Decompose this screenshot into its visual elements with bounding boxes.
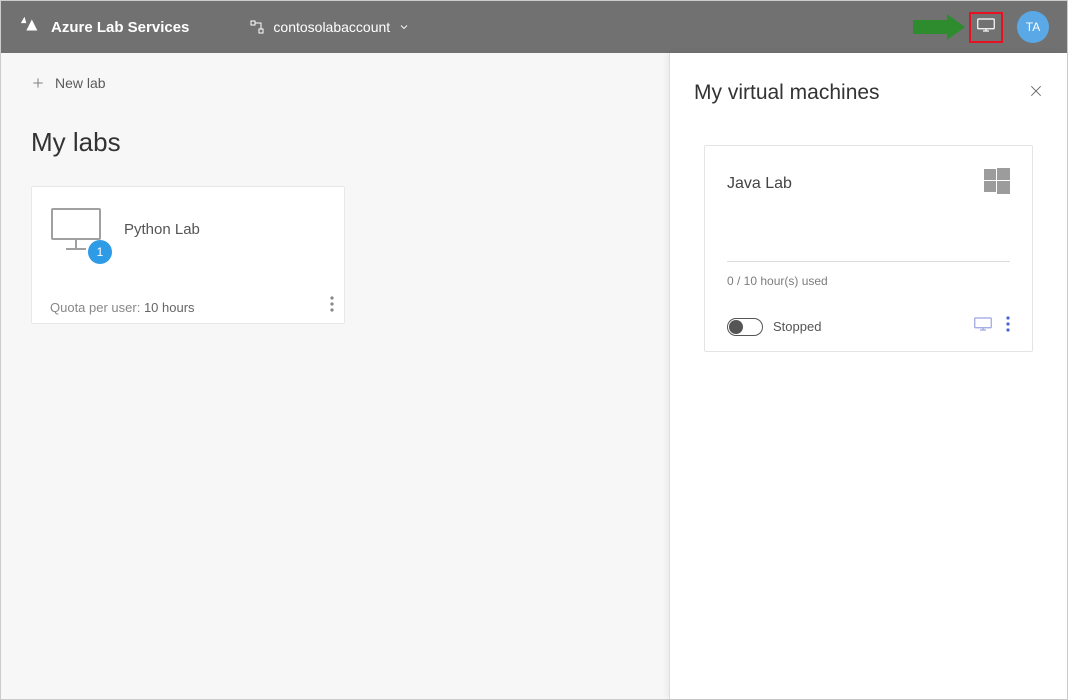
connect-button[interactable]: [974, 317, 992, 336]
dots-vertical-icon: [1006, 316, 1010, 332]
top-bar-left: Azure Lab Services contosolabaccount: [19, 14, 410, 40]
vm-footer-right: [974, 316, 1010, 337]
lab-card-header: 1 Python Lab: [50, 207, 326, 256]
avatar-initials: TA: [1026, 20, 1040, 34]
vm-name: Java Lab: [727, 175, 792, 193]
new-lab-label: New lab: [55, 75, 106, 91]
azure-lab-logo-icon: [19, 14, 41, 40]
vm-power-toggle[interactable]: [727, 318, 763, 336]
lab-user-count-badge: 1: [88, 240, 112, 264]
chevron-down-icon: [398, 21, 410, 33]
close-icon: [1029, 84, 1043, 98]
top-bar: Azure Lab Services contosolabaccount TA: [1, 1, 1067, 53]
callout-arrow-icon: [911, 14, 965, 45]
vm-card-header: Java Lab: [727, 168, 1010, 199]
divider: [727, 261, 1010, 262]
quota-text: Quota per user: 10 hours: [50, 300, 326, 315]
vm-card-menu[interactable]: [1006, 316, 1010, 337]
my-vms-button[interactable]: [969, 12, 1003, 43]
vm-button-highlight: [969, 12, 1003, 43]
lab-account-selector[interactable]: contosolabaccount: [249, 19, 410, 35]
toggle-knob: [729, 320, 743, 334]
monitor-small-icon: [974, 317, 992, 331]
brand-text: Azure Lab Services: [51, 19, 189, 36]
vm-usage-text: 0 / 10 hour(s) used: [727, 274, 1010, 288]
vm-footer-left: Stopped: [727, 318, 821, 336]
user-avatar[interactable]: TA: [1017, 11, 1049, 43]
lab-monitor-icon: 1: [50, 207, 102, 256]
lab-name-link[interactable]: Python Lab: [124, 221, 200, 238]
lab-card-menu[interactable]: [330, 296, 334, 317]
brand[interactable]: Azure Lab Services: [19, 14, 189, 40]
lab-card[interactable]: 1 Python Lab Quota per user: 10 hours: [31, 186, 345, 324]
vm-card-footer: Stopped: [727, 316, 1010, 337]
vm-card: Java Lab 0 / 10 hour(s) used Stopped: [704, 145, 1033, 352]
hierarchy-icon: [249, 19, 265, 35]
dots-vertical-icon: [330, 296, 334, 312]
plus-icon: [31, 76, 45, 90]
close-panel-button[interactable]: [1029, 84, 1043, 103]
monitor-icon: [977, 18, 995, 37]
panel-title: My virtual machines: [694, 81, 880, 105]
account-name: contosolabaccount: [273, 19, 390, 35]
panel-header: My virtual machines: [694, 81, 1043, 105]
vm-status-text: Stopped: [773, 319, 821, 334]
my-vms-panel: My virtual machines Java Lab 0 / 10 hour…: [669, 53, 1067, 699]
windows-icon: [984, 168, 1010, 199]
top-bar-right: TA: [969, 11, 1049, 43]
